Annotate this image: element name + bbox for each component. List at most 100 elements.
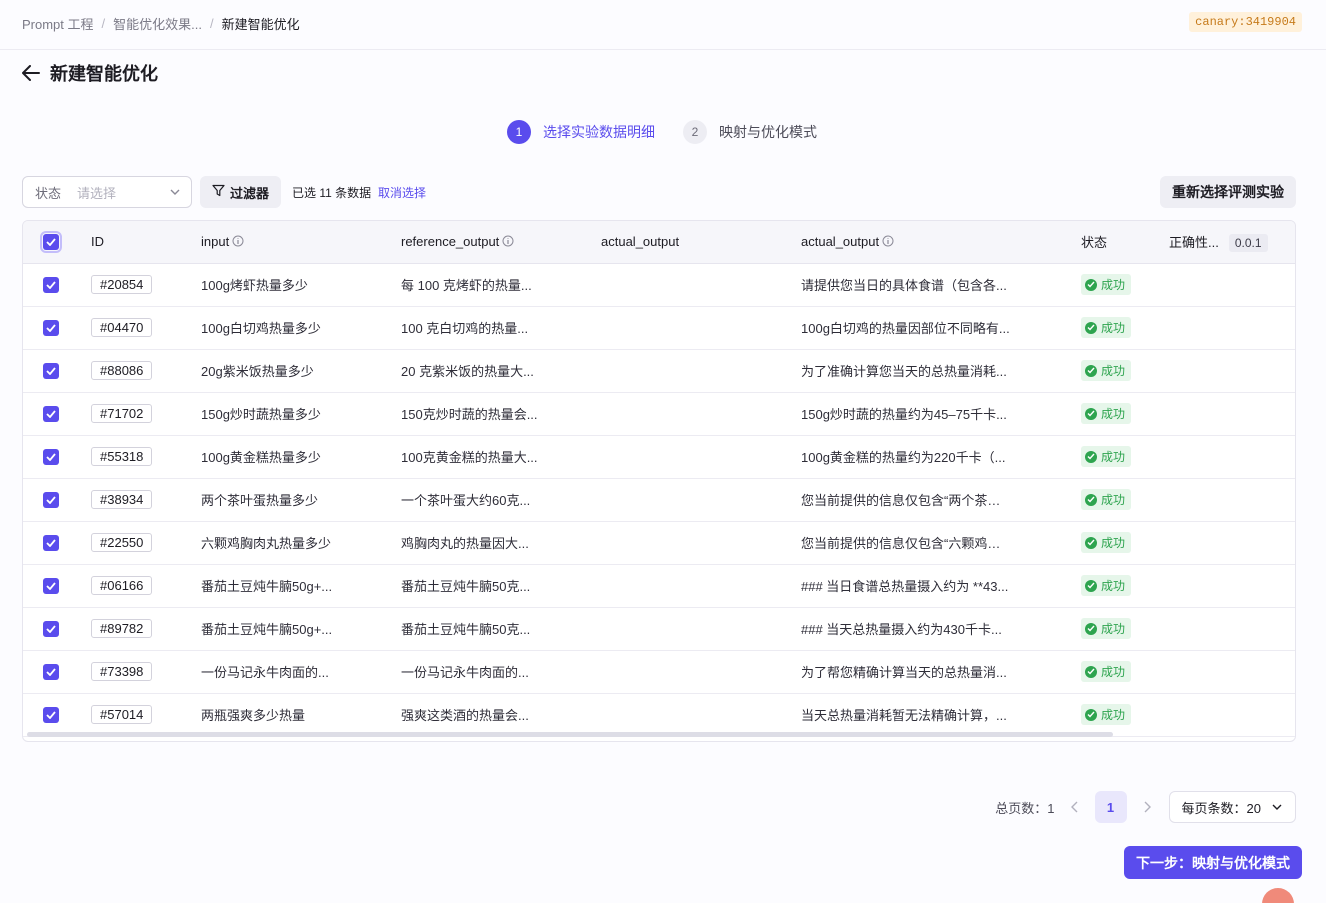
- input-cell: 100g白切鸡热量多少: [201, 306, 401, 349]
- id-cell: #71702: [91, 392, 201, 435]
- row-checkbox[interactable]: [43, 319, 59, 336]
- filter-button[interactable]: 过滤器: [200, 176, 282, 208]
- prev-page-icon[interactable]: [1063, 791, 1087, 823]
- filter-icon: [212, 184, 230, 200]
- assistant-avatar-icon[interactable]: [1262, 888, 1294, 903]
- check-circle-icon: [1085, 579, 1097, 592]
- actual-text: 您当前提供的信息仅包含“六颗鸡胸...: [801, 536, 1011, 551]
- status-badge: 成功: [1081, 489, 1132, 510]
- check-circle-icon: [1085, 622, 1097, 635]
- next-step-button[interactable]: 下一步：映射与优化模式: [1124, 846, 1302, 879]
- status-text: 成功: [1101, 321, 1126, 335]
- table-row[interactable]: #71702 150g炒时蔬热量多少 150克炒时蔬的热量会... 150g炒时蔬的热…: [23, 392, 1295, 435]
- filter-bar: 状态 请选择 过滤器 已选 11 条数据 取消选择 重新选择评测实验: [22, 176, 1296, 208]
- breadcrumb: Prompt 工程 / 智能优化效果... / 新建智能优化: [22, 14, 300, 33]
- reference-cell: 100 克白切鸡的热量...: [401, 306, 601, 349]
- reference-text: 番茄土豆炖牛腩50克...: [401, 622, 531, 637]
- select-all-checkbox[interactable]: [40, 231, 62, 254]
- info-icon[interactable]: [232, 235, 244, 250]
- row-checkbox[interactable]: [43, 620, 59, 637]
- table-row[interactable]: #20854 100g烤虾热量多少 每 100 克烤虾的热量... 请提供您当日的具体…: [23, 263, 1295, 306]
- row-checkbox[interactable]: [43, 276, 59, 293]
- input-text: 150g炒时蔬热量多少: [201, 407, 321, 422]
- reference-cell: 番茄土豆炖牛腩50克...: [401, 564, 601, 607]
- table-row[interactable]: #89782 番茄土豆炖牛腩50g+... 番茄土豆炖牛腩50克... ### 当天总…: [23, 607, 1295, 650]
- pagination: 总页数：1 1 每页条数：20: [995, 791, 1296, 823]
- next-page-icon[interactable]: [1135, 791, 1159, 823]
- row-checkbox[interactable]: [43, 706, 59, 723]
- row-checkbox[interactable]: [43, 577, 59, 594]
- actual-text: 100g白切鸡的热量因部位不同略有...: [801, 321, 1010, 336]
- input-cell: 两瓶强爽多少热量: [201, 693, 401, 736]
- check-circle-icon: [1085, 665, 1097, 678]
- column-header-actual-output-eval: actual_output: [801, 221, 1081, 264]
- horizontal-scrollbar[interactable]: [27, 732, 1113, 737]
- reference-text: 一份马记永牛肉面的...: [401, 665, 529, 680]
- step-mapping[interactable]: 2 映射与优化模式: [683, 120, 817, 144]
- actual-text: 100g黄金糕的热量约为220千卡（...: [801, 450, 1006, 465]
- table-row[interactable]: #88086 20g紫米饭热量多少 20 克紫米饭的热量大... 为了准确计算您当天的…: [23, 349, 1295, 392]
- actual-output-eval-cell: 150g炒时蔬的热量约为45–75千卡...: [801, 392, 1081, 435]
- filter-button-label: 过滤器: [230, 185, 270, 201]
- back-arrow-icon[interactable]: [22, 61, 42, 85]
- column-header-reference-label: reference_output: [401, 233, 500, 249]
- table-row[interactable]: #38934 两个茶叶蛋热量多少 一个茶叶蛋大约60克... 您当前提供的信息仅包含“…: [23, 478, 1295, 521]
- breadcrumb-item-optimize[interactable]: 智能优化效果...: [113, 14, 202, 33]
- status-badge: 成功: [1081, 575, 1132, 596]
- row-checkbox[interactable]: [43, 405, 59, 422]
- table-row[interactable]: #57014 两瓶强爽多少热量 强爽这类酒的热量会... 当天总热量消耗暂无法精确计算…: [23, 693, 1295, 736]
- row-id-tag[interactable]: #06166: [91, 576, 153, 595]
- check-circle-icon: [1085, 321, 1097, 334]
- actual-output-cell: [601, 392, 801, 435]
- actual-output-eval-cell: 您当前提供的信息仅包含“六颗鸡胸...: [801, 521, 1081, 564]
- status-text: 成功: [1101, 364, 1126, 378]
- cancel-selection-link[interactable]: 取消选择: [378, 184, 426, 201]
- row-id-tag[interactable]: #04470: [91, 318, 153, 337]
- reselect-experiment-button[interactable]: 重新选择评测实验: [1160, 176, 1296, 208]
- info-icon[interactable]: [502, 235, 514, 250]
- row-id-tag[interactable]: #89782: [91, 619, 153, 638]
- input-cell: 150g炒时蔬热量多少: [201, 392, 401, 435]
- row-checkbox[interactable]: [43, 448, 59, 465]
- row-id-tag[interactable]: #88086: [91, 361, 153, 380]
- row-id-tag[interactable]: #73398: [91, 662, 153, 681]
- page-button[interactable]: 1: [1094, 791, 1127, 823]
- actual-output-cell: [601, 607, 801, 650]
- id-cell: #57014: [91, 693, 201, 736]
- step-number: 2: [683, 120, 707, 144]
- reference-text: 100 克白切鸡的热量...: [401, 321, 529, 336]
- table-row[interactable]: #22550 六颗鸡胸肉丸热量多少 鸡胸肉丸的热量因大... 您当前提供的信息仅包含“…: [23, 521, 1295, 564]
- row-id-tag[interactable]: #20854: [91, 275, 153, 294]
- table-row[interactable]: #55318 100g黄金糕热量多少 100克黄金糕的热量大... 100g黄金糕的热…: [23, 435, 1295, 478]
- actual-output-cell: [601, 349, 801, 392]
- data-table: ID input reference_output actual_output …: [22, 220, 1296, 742]
- page-size-select[interactable]: 每页条数：20: [1168, 791, 1296, 823]
- reference-cell: 鸡胸肉丸的热量因大...: [401, 521, 601, 564]
- row-checkbox-cell: [23, 478, 91, 521]
- row-id-tag[interactable]: #57014: [91, 705, 153, 724]
- check-circle-icon: [1085, 536, 1097, 549]
- id-cell: #88086: [91, 349, 201, 392]
- row-id-tag[interactable]: #71702: [91, 404, 153, 423]
- row-checkbox[interactable]: [43, 491, 59, 508]
- reference-cell: 番茄土豆炖牛腩50克...: [401, 607, 601, 650]
- row-checkbox[interactable]: [43, 663, 59, 680]
- info-icon[interactable]: [882, 235, 894, 250]
- step-label: 选择实验数据明细: [543, 124, 655, 140]
- row-id-tag[interactable]: #55318: [91, 447, 153, 466]
- row-checkbox[interactable]: [43, 362, 59, 379]
- step-select-data[interactable]: 1 选择实验数据明细: [507, 120, 655, 144]
- table-row[interactable]: #06166 番茄土豆炖牛腩50g+... 番茄土豆炖牛腩50克... ### 当日食…: [23, 564, 1295, 607]
- total-pages: 总页数：1: [995, 800, 1055, 816]
- reference-cell: 每 100 克烤虾的热量...: [401, 263, 601, 306]
- row-id-tag[interactable]: #38934: [91, 490, 153, 509]
- row-checkbox[interactable]: [43, 534, 59, 551]
- row-id-tag[interactable]: #22550: [91, 533, 153, 552]
- input-text: 两瓶强爽多少热量: [201, 708, 306, 723]
- breadcrumb-item-prompt[interactable]: Prompt 工程: [22, 14, 94, 33]
- table-row[interactable]: #73398 一份马记永牛肉面的... 一份马记永牛肉面的... 为了帮您精确计算当天…: [23, 650, 1295, 693]
- status-select[interactable]: 状态 请选择: [22, 176, 192, 208]
- input-text: 一份马记永牛肉面的...: [201, 665, 329, 680]
- actual-output-cell: [601, 693, 801, 736]
- table-row[interactable]: #04470 100g白切鸡热量多少 100 克白切鸡的热量... 100g白切鸡的热…: [23, 306, 1295, 349]
